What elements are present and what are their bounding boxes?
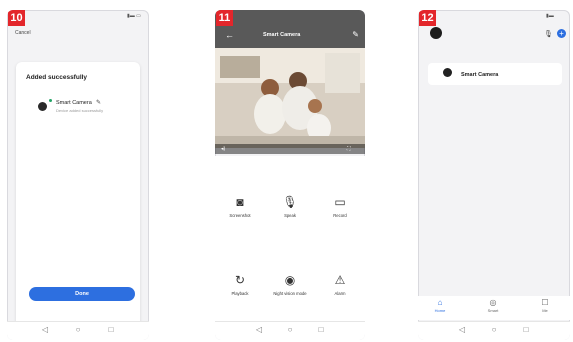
back-nav-icon[interactable]: ◁ <box>41 326 49 334</box>
tab-smart-label: Smart <box>487 308 499 313</box>
back-nav-icon[interactable]: ◁ <box>458 326 466 334</box>
night-vision-icon: ◉ <box>284 273 296 287</box>
playback-icon: ↻ <box>234 273 246 287</box>
device-name: Smart Camera <box>56 100 92 106</box>
online-dot-icon <box>49 99 52 102</box>
back-nav-icon[interactable]: ◁ <box>255 326 263 334</box>
device-name: Smart Camera <box>461 72 499 78</box>
add-device-icon[interactable]: + <box>557 29 566 38</box>
status-bar: ▮▬ <box>546 13 554 19</box>
speaker-icon[interactable]: ◂) <box>221 146 225 152</box>
video-record-icon: ▭ <box>334 195 346 209</box>
avatar[interactable] <box>430 27 442 39</box>
speak-label: Speak <box>284 213 296 218</box>
speak-button[interactable]: 🎙 Speak <box>265 194 315 218</box>
tab-me[interactable]: ☐ Me <box>530 298 560 313</box>
record-label: Record <box>333 213 347 218</box>
recents-nav-icon[interactable]: □ <box>317 326 325 334</box>
system-nav-bar: ◁ ○ □ <box>215 321 365 340</box>
camera-device-icon <box>443 68 452 77</box>
phone-screen-added: 10 ▮▬ ▭ Cancel Added successfully Smart … <box>7 10 149 340</box>
night-vision-label: Night vision mode <box>273 291 307 296</box>
phone-screen-home: 12 ▮▬ 🎙 + Smart Camera ⌂ Home ◎ Smart ☐ … <box>418 10 570 340</box>
success-card: Added successfully Smart Camera ✎ Device… <box>16 62 140 332</box>
bottom-tab-bar: ⌂ Home ◎ Smart ☐ Me <box>418 296 570 320</box>
step-badge: 12 <box>419 10 436 26</box>
alarm-icon: ⚠ <box>334 273 346 287</box>
alarm-label: Alarm <box>334 291 346 296</box>
playback-button[interactable]: ↻ Playback <box>215 272 265 296</box>
back-arrow-icon[interactable]: ← <box>225 30 234 40</box>
done-button[interactable]: Done <box>29 287 135 301</box>
record-button[interactable]: ▭ Record <box>315 194 365 218</box>
tab-smart[interactable]: ◎ Smart <box>478 298 508 313</box>
cancel-button[interactable]: Cancel <box>15 30 31 36</box>
me-icon: ☐ <box>541 298 549 307</box>
recents-nav-icon[interactable]: □ <box>107 326 115 334</box>
camera-live-feed[interactable] <box>215 48 365 148</box>
live-feed-image <box>215 48 365 148</box>
night-vision-button[interactable]: ◉ Night vision mode <box>265 272 315 296</box>
fullscreen-icon[interactable]: ⛶ <box>347 146 351 152</box>
edit-icon[interactable]: ✎ <box>352 30 359 39</box>
step-badge: 10 <box>8 10 25 26</box>
live-title: Smart Camera <box>263 32 301 38</box>
device-subtitle: Device added successfully <box>56 108 104 113</box>
device-card[interactable]: Smart Camera <box>428 63 562 85</box>
step-badge: 11 <box>216 10 233 26</box>
system-nav-bar: ◁ ○ □ <box>418 321 570 340</box>
playback-label: Playback <box>231 291 249 296</box>
tab-home[interactable]: ⌂ Home <box>425 298 455 313</box>
camera-icon: ◙ <box>236 195 244 209</box>
phone-screen-live-view: ← Smart Camera ✎ 11 ◂) ⛶ ◙ Screenshot 🎙 <box>215 10 365 340</box>
controls-grid: ◙ Screenshot 🎙 Speak ▭ Record ↻ Playback… <box>215 156 365 326</box>
smart-icon: ◎ <box>489 298 497 307</box>
alarm-button[interactable]: ⚠ Alarm <box>315 272 365 296</box>
home-nav-icon[interactable]: ○ <box>490 326 498 334</box>
home-nav-icon[interactable]: ○ <box>286 326 294 334</box>
video-control-bar: ◂) ⛶ <box>215 144 365 154</box>
home-icon: ⌂ <box>437 298 443 307</box>
microphone-icon: 🎙 <box>282 195 298 209</box>
live-top-bar: ← Smart Camera ✎ <box>215 10 365 48</box>
screenshot-label: Screenshot <box>229 213 251 218</box>
recents-nav-icon[interactable]: □ <box>522 326 530 334</box>
status-bar: ▮▬ ▭ <box>127 13 141 19</box>
camera-device-icon <box>38 102 47 111</box>
tab-me-label: Me <box>542 308 548 313</box>
tab-home-label: Home <box>434 308 446 313</box>
success-title: Added successfully <box>26 74 88 81</box>
edit-icon[interactable]: ✎ <box>96 99 101 106</box>
microphone-icon[interactable]: 🎙 <box>544 30 553 38</box>
screenshot-button[interactable]: ◙ Screenshot <box>215 194 265 218</box>
system-nav-bar: ◁ ○ □ <box>7 321 149 340</box>
home-nav-icon[interactable]: ○ <box>74 326 82 334</box>
